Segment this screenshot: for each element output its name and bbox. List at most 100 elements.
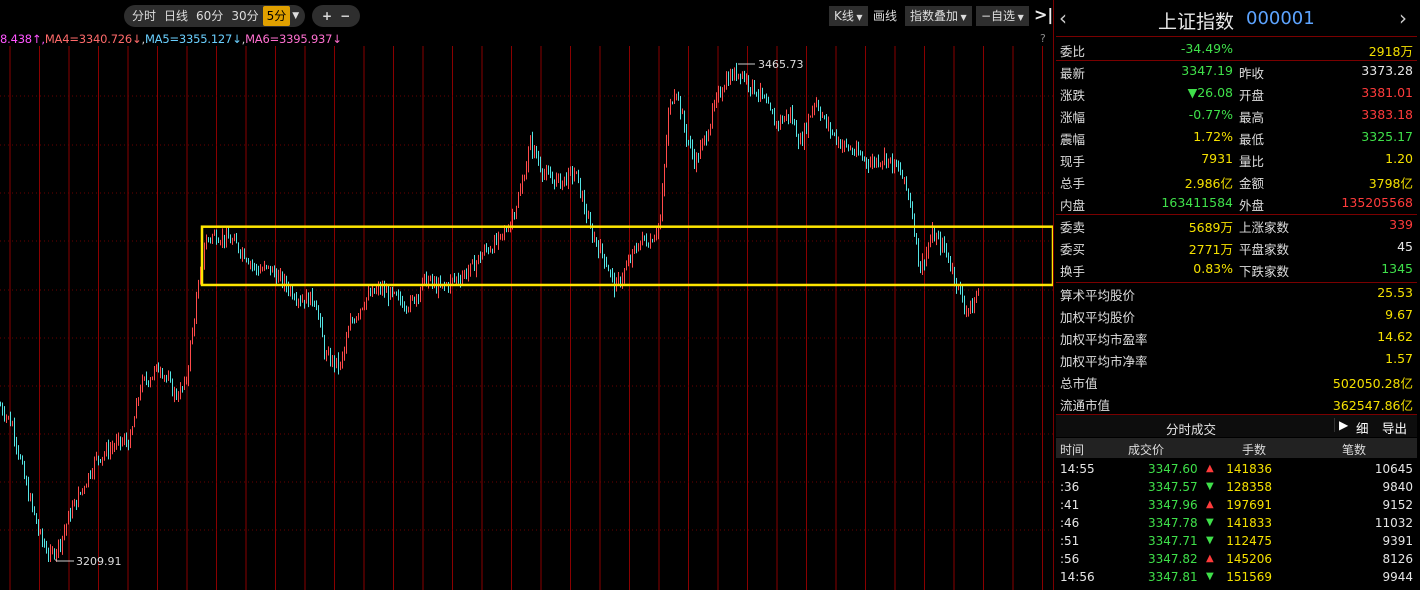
tick-count: 9840 [1382, 480, 1413, 494]
chevron-down-icon: ▼ [853, 13, 863, 22]
quote-panel: ‹ 上证指数 000001 › 委比 -34.49% 2918万 最新 3347.… [1055, 0, 1420, 590]
table-row[interactable]: 14:56 3347.81 ▼ 151569 9944 [1056, 568, 1417, 586]
chevron-down-icon: ▼ [958, 13, 967, 22]
quote-row: 最新 3347.19 昨收 3373.28 [1056, 60, 1417, 82]
stat-label: 现手 [1060, 154, 1086, 169]
index-name: 上证指数 [1158, 11, 1235, 33]
tick-count: 10645 [1374, 462, 1413, 476]
tick-count: 9391 [1382, 534, 1413, 548]
ma5-value: MA5=3355.127↓ [144, 32, 242, 46]
zoom-out-button[interactable]: − [336, 6, 354, 26]
stat-label: 委卖 [1060, 220, 1086, 235]
tick-time: :46 [1060, 516, 1080, 530]
tab-daily[interactable]: 日线 [160, 6, 192, 26]
tick-count: 9944 [1382, 570, 1413, 584]
collapse-panel-icon[interactable]: >| [1034, 5, 1053, 24]
ticks-title: 分时成交 [1166, 422, 1217, 437]
col-volume: 手数 [1242, 443, 1267, 457]
tick-time: :41 [1060, 498, 1080, 512]
stat-label: 最低 [1239, 132, 1265, 147]
stat-label: 最新 [1060, 66, 1086, 81]
stat-value: 1.57 [1385, 351, 1413, 366]
stat-label: 下跌家数 [1239, 264, 1290, 279]
table-row[interactable]: :46 3347.78 ▼ 141833 11032 [1056, 514, 1417, 532]
quote-row: 内盘 163411584 外盘 135205568 [1056, 192, 1417, 214]
tab-5min[interactable]: 5分 [262, 6, 291, 26]
table-row[interactable]: :51 3347.71 ▼ 112475 9391 [1056, 532, 1417, 550]
help-icon[interactable]: ? [1040, 32, 1046, 45]
stat-value: 5689万 [1188, 220, 1233, 235]
kline-button[interactable]: K线 ▼ [829, 6, 868, 26]
export-button[interactable]: 导出 [1382, 418, 1407, 437]
tab-30min[interactable]: 30分 [227, 6, 262, 26]
up-arrow-icon: ▲ [1206, 499, 1214, 510]
ma3-value: 8.438↑ [0, 32, 42, 46]
quote-header: ‹ 上证指数 000001 › [1055, 4, 1420, 36]
stat-label: 外盘 [1239, 198, 1265, 213]
tick-volume: 197691 [1226, 498, 1272, 512]
table-row[interactable]: 14:55 3347.60 ▲ 141836 10645 [1056, 460, 1417, 478]
tick-price: 3347.81 [1148, 570, 1198, 584]
highlight-box [200, 225, 1053, 287]
tab-fenshi[interactable]: 分时 [128, 6, 160, 26]
stat-label: 流通市值 [1060, 398, 1111, 413]
zoom-in-button[interactable]: + [318, 6, 336, 26]
stat-label: 内盘 [1060, 198, 1086, 213]
kline-chart[interactable]: 3465.73 3209.91 分时 日线 60分 30分 5分 ▼ + − K线… [0, 0, 1054, 590]
tick-price: 3347.82 [1148, 552, 1198, 566]
chevron-right-icon[interactable]: › [1399, 6, 1407, 30]
quote-row: 流通市值 362547.86亿 [1056, 392, 1417, 414]
stat-label: 涨幅 [1060, 110, 1086, 125]
tab-60min[interactable]: 60分 [192, 6, 227, 26]
chevron-down-icon: ▼ [1015, 13, 1024, 22]
ma6-value: MA6=3395.937↓ [245, 32, 342, 46]
stat-value: 3325.17 [1361, 129, 1413, 144]
stat-value: 45 [1397, 239, 1413, 254]
tick-time: :36 [1060, 480, 1080, 494]
stat-value: 3381.01 [1361, 85, 1413, 100]
col-count: 笔数 [1342, 443, 1367, 457]
index-code: 000001 [1246, 8, 1315, 29]
table-row[interactable]: :41 3347.96 ▲ 197691 9152 [1056, 496, 1417, 514]
watchlist-label: −自选 [981, 9, 1016, 23]
ma-indicator-line: 8.438↑,MA4=3340.726↓,MA5=3355.127↓,MA6=3… [0, 32, 342, 46]
weibi-label: 委比 [1060, 44, 1086, 59]
draw-button[interactable]: 画线 [868, 6, 902, 26]
quote-row: 加权平均市盈率 14.62 [1056, 326, 1417, 348]
stat-value: 3373.28 [1361, 63, 1413, 78]
quote-row: 加权平均股价 9.67 [1056, 304, 1417, 326]
chevron-down-icon[interactable]: ▼ [290, 6, 301, 26]
tick-volume: 151569 [1226, 570, 1272, 584]
quote-row: 总市值 502050.28亿 [1056, 370, 1417, 392]
stat-value: 3798亿 [1368, 176, 1413, 191]
quote-row: 换手 0.83% 下跌家数 1345 [1056, 258, 1417, 280]
chart-canvas[interactable]: 3465.73 3209.91 [0, 0, 1053, 590]
tick-time: 14:55 [1060, 462, 1095, 476]
quote-row: 震幅 1.72% 最低 3325.17 [1056, 126, 1417, 148]
overlay-button[interactable]: 指数叠加 ▼ [905, 6, 972, 26]
quote-row: 涨跌 ▼26.08 开盘 3381.01 [1056, 82, 1417, 104]
stat-label: 量比 [1239, 154, 1265, 169]
play-icon[interactable]: ▶ [1334, 418, 1348, 432]
stat-label: 金额 [1239, 176, 1265, 191]
tick-volume: 141833 [1226, 516, 1272, 530]
stat-value: -0.77% [1188, 107, 1233, 122]
tick-time: 14:56 [1060, 570, 1095, 584]
chevron-left-icon[interactable]: ‹ [1059, 6, 1067, 30]
stat-value: 0.83% [1193, 261, 1233, 276]
detail-button[interactable]: 细 [1356, 418, 1369, 437]
weibi-pct: -34.49% [1180, 41, 1233, 56]
stat-label: 加权平均市净率 [1060, 354, 1148, 369]
high-price-label: 3465.73 [758, 58, 804, 71]
stat-label: 加权平均市盈率 [1060, 332, 1148, 347]
stat-label: 总市值 [1060, 376, 1098, 391]
table-row[interactable]: :56 3347.82 ▲ 145206 8126 [1056, 550, 1417, 568]
up-arrow-icon: ▲ [1206, 553, 1214, 564]
stat-value: 163411584 [1161, 195, 1233, 210]
watchlist-button[interactable]: −自选 ▼ [976, 6, 1029, 26]
stat-value: 362547.86亿 [1332, 398, 1413, 413]
stat-value: ▼26.08 [1187, 85, 1233, 100]
tick-price: 3347.60 [1148, 462, 1198, 476]
stat-label: 上涨家数 [1239, 220, 1290, 235]
table-row[interactable]: :36 3347.57 ▼ 128358 9840 [1056, 478, 1417, 496]
